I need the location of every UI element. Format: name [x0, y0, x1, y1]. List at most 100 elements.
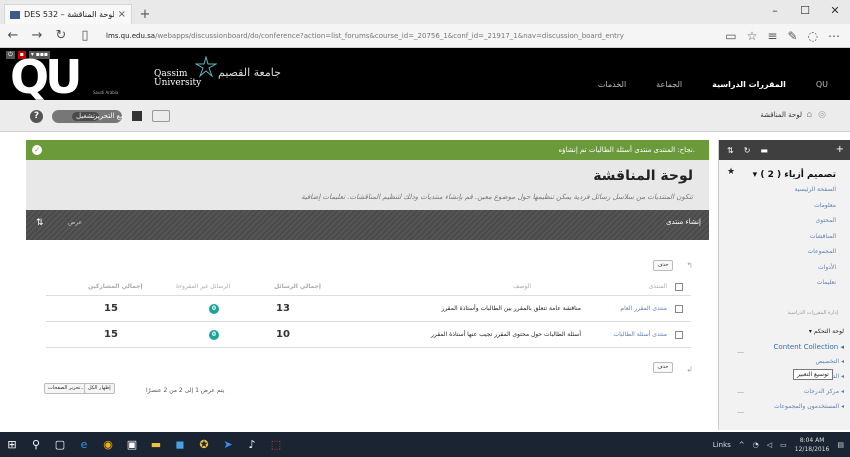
participants-count: 15	[104, 303, 118, 314]
edit-mode-toggle[interactable]: تشغيل وضع التحرير	[52, 110, 122, 123]
app-icon[interactable]: ◼	[168, 432, 192, 457]
pin-icon[interactable]: ★	[727, 167, 735, 177]
expand-arrow-icon[interactable]: —	[737, 408, 744, 416]
close-message-icon[interactable]: ✓	[32, 145, 42, 155]
notifications-icon[interactable]: ▤	[837, 441, 844, 449]
logo-subtitle: Saudi Arabia	[93, 90, 119, 95]
app-icon[interactable]: ➤	[216, 432, 240, 457]
home-icon[interactable]: ⌂◎	[806, 110, 832, 120]
folder-icon[interactable]: ▬	[760, 146, 768, 155]
forum-description: مناقشة عامة تتعلق بالمقرر بين الطالبات و…	[441, 305, 581, 312]
screen-icon[interactable]	[152, 110, 170, 122]
new-tab-button[interactable]: +	[136, 6, 154, 24]
pdf-icon[interactable]: ⬚	[264, 432, 288, 457]
edge-browser-icon[interactable]: e	[72, 432, 96, 457]
start-icon[interactable]: ⊞	[0, 432, 24, 457]
hub-icon[interactable]: ≡	[767, 29, 777, 43]
select-all-cell[interactable]	[675, 278, 683, 295]
col-participants[interactable]: إجمالي المشاركين	[88, 278, 143, 295]
menu-item-groups[interactable]: المجموعات	[795, 248, 836, 264]
nav-community[interactable]: الجماعة	[656, 80, 682, 89]
breadcrumb[interactable]: لوحة المناقشة	[760, 111, 802, 119]
clock[interactable]: 8:04 AM 12/18/2016	[795, 436, 830, 454]
row-select-cell[interactable]	[675, 296, 683, 321]
select-all-checkbox[interactable]	[675, 282, 683, 291]
url-field[interactable]: lms.qu.edu.sa/webapps/discussionboard/do…	[102, 27, 715, 45]
share-icon[interactable]: ◌	[808, 29, 818, 43]
store-icon[interactable]: ▣	[120, 432, 144, 457]
refresh-icon[interactable]: ↻	[744, 146, 751, 155]
maximize-button[interactable]: ☐	[790, 0, 820, 24]
col-total-posts[interactable]: إجمالي الرسائل	[274, 278, 321, 295]
course-sidebar: ⇅ ↻ ▬ + ★ ▾ تصميم أزياء ( 2 ) الصفحة الر…	[718, 140, 850, 430]
content-collection-label: Content Collection	[773, 343, 839, 351]
control-panel[interactable]: ▾ لوحة التحكم	[724, 328, 844, 343]
refresh-button[interactable]: ↻	[54, 28, 68, 43]
row-select-cell[interactable]	[675, 322, 683, 347]
keyboard-icon[interactable]: ▭	[780, 441, 787, 449]
add-menu-item-icon[interactable]: +	[836, 144, 844, 155]
course-title[interactable]: ▾ تصميم أزياء ( 2 )	[753, 170, 836, 180]
nav-qu[interactable]: QU	[816, 80, 828, 89]
action-bar: ⇅ عرض إنشاء منتدى	[26, 210, 709, 240]
create-forum-button[interactable]: إنشاء منتدى	[666, 218, 701, 226]
nav-services[interactable]: الخدمات	[598, 80, 626, 89]
view-label[interactable]: عرض	[68, 219, 82, 226]
clock-date: 12/18/2016	[794, 445, 830, 453]
browser-tab[interactable]: DES 532 – لوحة المناقشة ×	[4, 4, 132, 24]
edit-paging-button[interactable]: تحرير الصفحات...	[44, 383, 90, 394]
nav-courses[interactable]: المقررات الدراسية	[712, 80, 786, 89]
page-icon: ▯	[81, 28, 89, 43]
qu-logo: QU	[10, 50, 82, 104]
url-path: /webapps/discussionboard/do/conference?a…	[155, 31, 624, 40]
delete-button-bottom[interactable]: حذف	[653, 362, 673, 373]
success-message: نجاح: المنتدى منتدى أسئلة الطالبات تم إن…	[558, 146, 695, 154]
row-checkbox[interactable]	[675, 330, 683, 339]
course-title-text: تصميم أزياء ( 2 )	[760, 170, 836, 180]
chrome-icon[interactable]: ◉	[96, 432, 120, 457]
help-icon[interactable]: ?	[30, 110, 43, 123]
links-label[interactable]: Links	[713, 441, 731, 449]
menu-item-tools[interactable]: الأدوات	[795, 264, 836, 280]
minimize-button[interactable]: –	[760, 0, 790, 24]
unread-badge[interactable]: 0	[209, 303, 219, 314]
tab-close-icon[interactable]: ×	[118, 9, 126, 20]
file-explorer-icon[interactable]: ▬	[144, 432, 168, 457]
sort-icon[interactable]: ⇅	[727, 146, 734, 155]
forum-link[interactable]: منتدى أسئلة الطالبات	[613, 322, 667, 347]
table-row: منتدى أسئلة الطالبات أسئلة الطالبات حول …	[46, 322, 691, 348]
network-icon[interactable]: ◔	[753, 441, 759, 449]
stats-icon[interactable]	[132, 111, 142, 121]
menu-item-content[interactable]: المحتوى	[795, 217, 836, 233]
uni-name-line2: University	[154, 78, 202, 88]
menu-item-help[interactable]: تعليمات	[795, 279, 836, 295]
favorite-star-icon[interactable]: ☆	[747, 29, 758, 43]
unread-badge[interactable]: 0	[209, 329, 219, 340]
tray-chevron-icon[interactable]: ^	[739, 441, 745, 449]
back-button[interactable]: ←	[6, 28, 20, 43]
forward-button[interactable]: →	[30, 28, 44, 43]
col-forum[interactable]: المنتدى	[649, 278, 667, 295]
menu-item-info[interactable]: معلومات	[795, 202, 836, 218]
volume-icon[interactable]: ◁	[767, 441, 772, 449]
notes-icon[interactable]: ✎	[787, 29, 797, 43]
university-name-ar: جامعة القصيم	[218, 66, 281, 79]
delete-button-top[interactable]: حذف	[653, 260, 673, 271]
col-unread-posts[interactable]: الرسائل غير المقروءة	[176, 278, 230, 295]
close-window-button[interactable]: ✕	[820, 0, 850, 24]
sort-icon[interactable]: ⇅	[36, 218, 44, 228]
expand-arrow-icon[interactable]: —	[737, 388, 744, 396]
forum-link[interactable]: منتدى المقرر العام	[620, 296, 667, 321]
menu-item-discussions[interactable]: المناقشات	[795, 233, 836, 249]
menu-item-home[interactable]: الصفحة الرئيسية	[795, 186, 836, 202]
more-icon[interactable]: ⋯	[828, 29, 840, 43]
expand-arrow-icon[interactable]: —	[737, 348, 744, 356]
task-view-icon[interactable]: ▢	[48, 432, 72, 457]
row-checkbox[interactable]	[675, 304, 683, 313]
show-all-button[interactable]: إظهار الكل	[84, 383, 115, 394]
search-icon[interactable]: ⚲	[24, 432, 48, 457]
app-icon[interactable]: ♪	[240, 432, 264, 457]
app-icon[interactable]: ✪	[192, 432, 216, 457]
edit-mode-label: وضع التحرير	[94, 112, 122, 120]
reading-view-icon[interactable]: ▭	[725, 29, 736, 43]
